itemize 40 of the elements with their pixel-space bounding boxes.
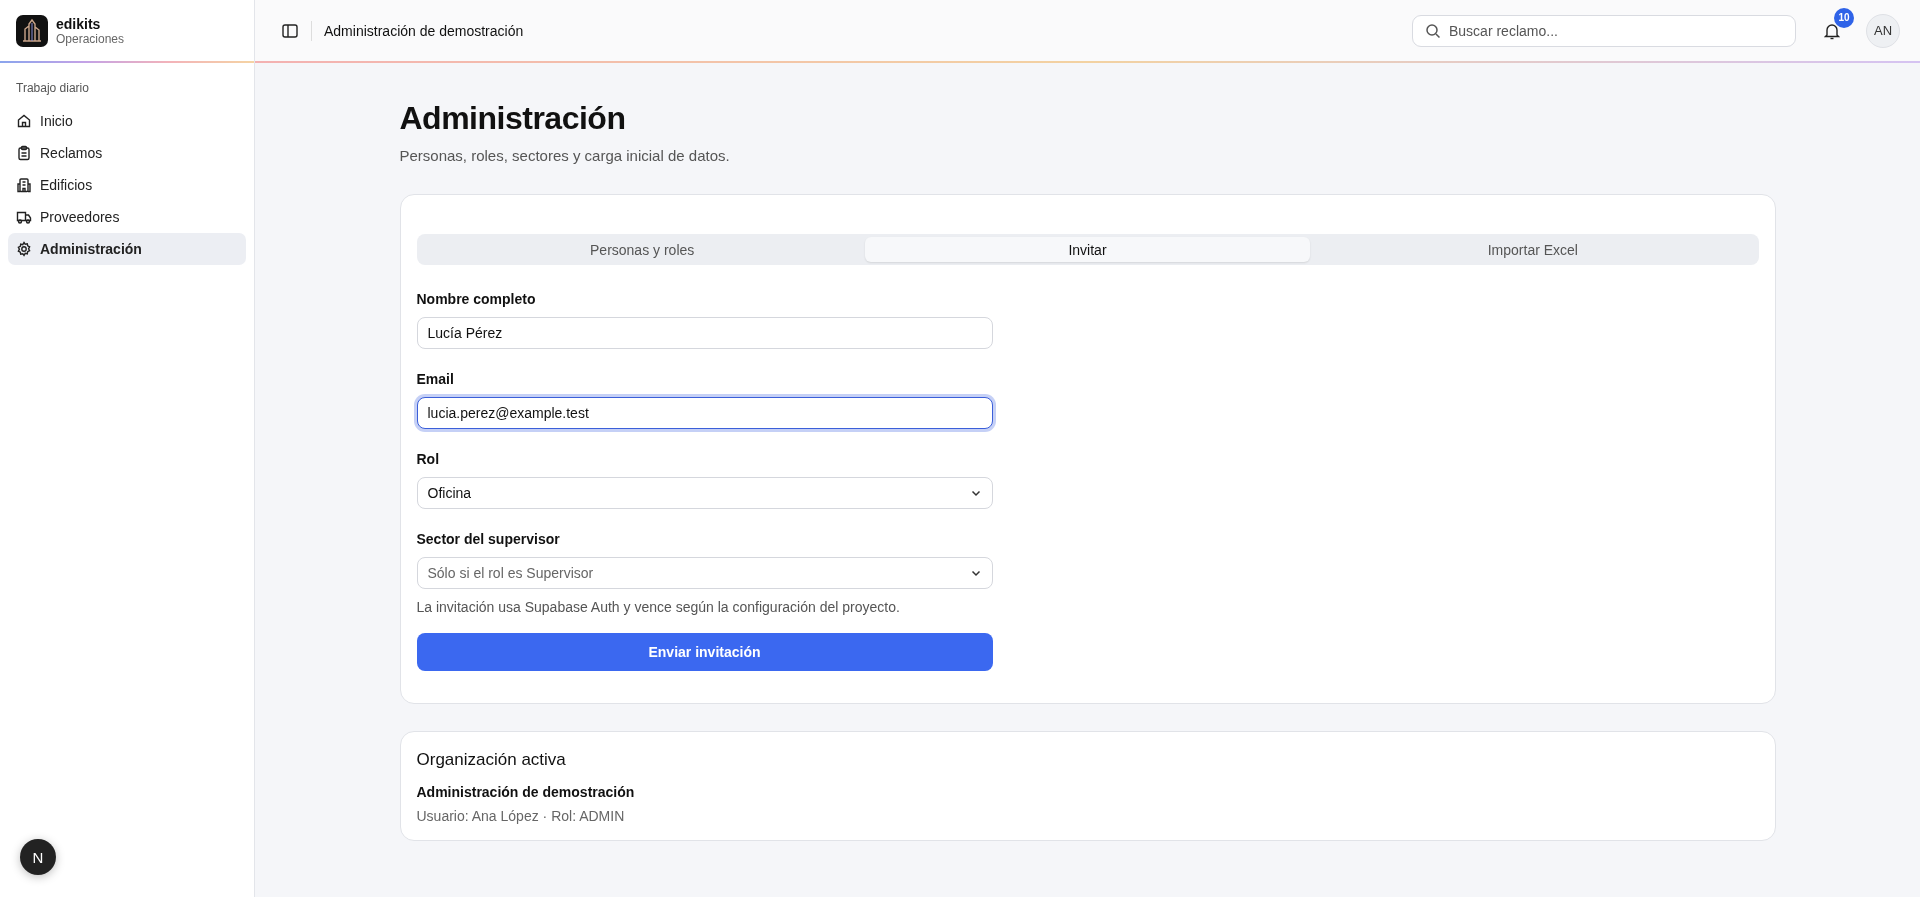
search-icon: [1425, 22, 1441, 39]
nav-item[interactable]: Inicio: [8, 105, 246, 137]
tab[interactable]: Importar Excel: [1310, 237, 1756, 263]
dev-badge[interactable]: N: [20, 839, 56, 875]
tab[interactable]: Invitar: [864, 237, 1311, 263]
select-field[interactable]: Oficina: [416, 477, 993, 510]
brand-subtitle: Operaciones: [56, 31, 125, 46]
nav-item[interactable]: Reclamos: [8, 137, 246, 169]
organization-details: Usuario: Ana López · Rol: ADMIN: [416, 808, 626, 825]
field-label: Rol: [416, 451, 441, 468]
clipboard-icon: [16, 145, 32, 161]
sidebar-toggle-icon[interactable]: [281, 21, 299, 40]
submit-button[interactable]: Enviar invitación: [416, 633, 993, 672]
select-field[interactable]: Sólo si el rol es Supervisor: [416, 557, 993, 590]
settings-icon: [16, 241, 32, 257]
notification-count: 10: [1834, 7, 1854, 28]
field-label: Email: [416, 371, 455, 388]
breadcrumb: Administración de demostración: [324, 22, 524, 39]
field-label: Sector del supervisor: [416, 531, 561, 548]
truck-icon: [16, 209, 32, 225]
page-subtitle: Personas, roles, sectores y carga inicial de datos.: [399, 147, 731, 165]
hint-text: La invitación usa Supabase Auth y vence según la configuración del proyecto.: [416, 599, 901, 616]
bell-icon[interactable]: [1824, 21, 1840, 40]
home-icon: [16, 113, 32, 129]
input-field[interactable]: lucia.perez@example.test: [416, 397, 993, 430]
avatar[interactable]: AN: [1866, 13, 1900, 48]
brand-name: edikits: [56, 15, 102, 32]
section-label: Trabajo diario: [15, 80, 90, 97]
page-title: Administración: [399, 99, 627, 138]
nav-item[interactable]: Administración: [8, 233, 246, 265]
nav-item[interactable]: Proveedores: [8, 201, 246, 233]
card-title: Organización activa: [416, 750, 567, 771]
tab[interactable]: Personas y roles: [419, 237, 865, 263]
organization-name: Administración de demostración: [416, 784, 636, 801]
nav-item[interactable]: Edificios: [8, 169, 246, 201]
input-field[interactable]: Lucía Pérez: [416, 317, 993, 350]
logo-icon: [16, 14, 48, 47]
search-field[interactable]: Buscar reclamo...: [1412, 14, 1796, 47]
building-icon: [16, 177, 32, 193]
field-label: Nombre completo: [416, 291, 537, 308]
